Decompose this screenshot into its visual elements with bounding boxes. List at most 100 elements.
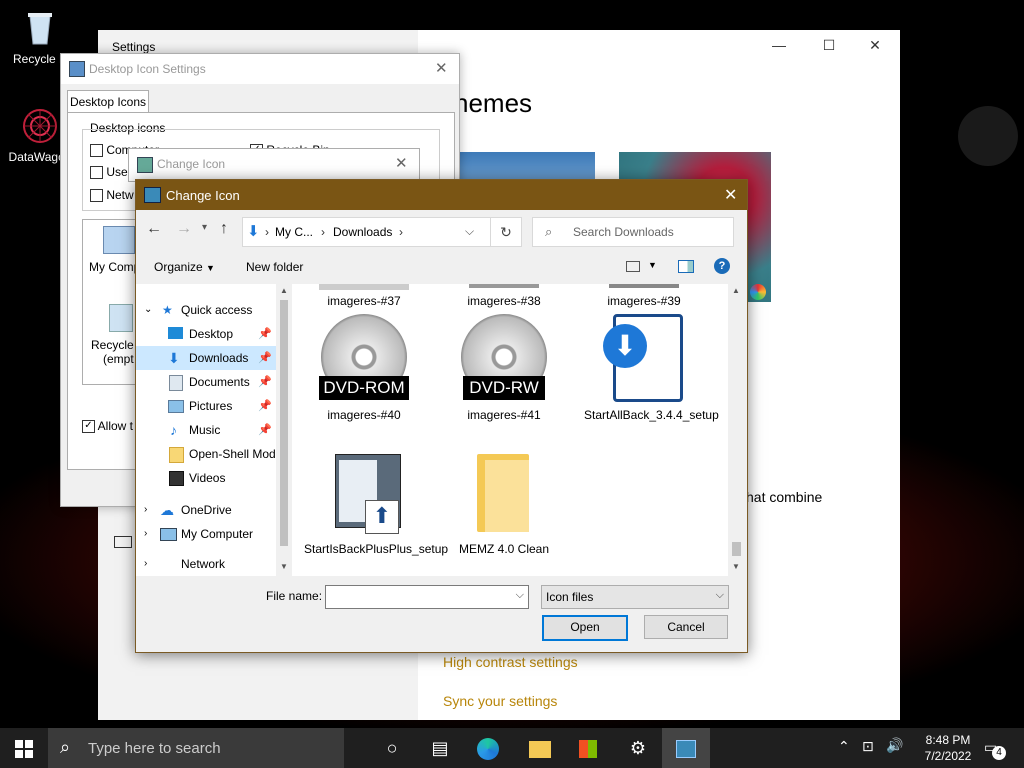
change-icon-dialog-back: Change Icon ✕ xyxy=(128,148,420,182)
chevron-down-icon: ⌵ xyxy=(715,589,724,601)
nav-item-videos[interactable]: Videos xyxy=(136,466,276,490)
installer-download-icon: ⬇ xyxy=(599,314,689,404)
nav-item-network[interactable]: › Network xyxy=(136,546,276,576)
pin-icon[interactable]: 📌 xyxy=(258,346,272,370)
chevron-up-icon[interactable]: ⌃ xyxy=(838,738,850,755)
file-item[interactable]: imageres-#37 xyxy=(304,284,424,308)
file-item[interactable]: DVD-ROM imageres-#40 xyxy=(304,314,424,422)
cancel-button[interactable]: Cancel xyxy=(644,615,728,639)
chevron-down-icon[interactable]: ⌵ xyxy=(516,589,524,602)
page-title: hemes xyxy=(454,88,533,118)
refresh-icon: ↻ xyxy=(500,224,512,240)
pin-icon[interactable]: 📌 xyxy=(258,418,272,442)
file-item[interactable]: MEMZ 4.0 Clean xyxy=(444,454,564,556)
close-button[interactable]: ✕ xyxy=(724,185,737,205)
file-type-select[interactable]: Icon files ⌵ xyxy=(541,585,729,609)
star-icon: ★ xyxy=(162,303,173,317)
file-item[interactable]: imageres-#39 xyxy=(584,284,704,308)
file-name-input[interactable]: ⌵ xyxy=(325,585,529,609)
file-item[interactable]: ⬇ StartAllBack_3.4.4_setup xyxy=(584,314,719,423)
breadcrumb-item[interactable]: Downloads xyxy=(333,225,392,239)
nav-item-pictures[interactable]: Pictures 📌 xyxy=(136,394,276,418)
pin-icon[interactable]: 📌 xyxy=(258,394,272,418)
close-button[interactable]: ✕ xyxy=(395,154,408,172)
pin-icon[interactable]: 📌 xyxy=(258,370,272,394)
music-icon: ♪ xyxy=(170,422,177,438)
cloud-icon: ☁ xyxy=(160,502,174,518)
search-input[interactable]: Search Downloads xyxy=(573,225,674,239)
preview-pane-icon[interactable] xyxy=(678,260,694,273)
scroll-thumb[interactable] xyxy=(280,300,288,546)
search-input[interactable]: Type here to search xyxy=(88,740,221,757)
address-bar[interactable]: ⬇ › My C... › Downloads › ⌵ xyxy=(242,217,520,247)
file-item[interactable]: ⬆ StartIsBackPlusPlus_setup xyxy=(304,454,448,557)
recycle-bin-icon xyxy=(20,8,60,48)
high-contrast-link[interactable]: High contrast settings xyxy=(443,654,578,670)
change-icon-app-icon xyxy=(137,157,153,173)
sync-settings-link[interactable]: Sync your settings xyxy=(443,693,557,709)
clock[interactable]: 8:48 PM 7/2/2022 xyxy=(918,732,978,764)
settings-gear-icon[interactable]: ⚙ xyxy=(614,728,662,768)
organize-button[interactable]: Organize ▼ xyxy=(154,260,215,274)
recycle-bin-icon xyxy=(109,304,133,332)
file-item[interactable]: DVD-RW imageres-#41 xyxy=(444,314,564,422)
file-explorer-icon[interactable] xyxy=(516,728,564,768)
monitor-icon xyxy=(114,536,132,548)
setup-upload-icon: ⬆ xyxy=(319,454,409,536)
forward-arrow-icon[interactable]: → xyxy=(176,220,192,238)
store-icon[interactable] xyxy=(564,728,612,768)
image-icon xyxy=(609,284,679,288)
toolbar: Organize ▼ New folder ▼ ? xyxy=(136,252,747,284)
network-icon[interactable]: ⊡ xyxy=(862,738,874,755)
task-view-circle-icon[interactable]: ○ xyxy=(368,728,416,768)
checkbox-network[interactable]: Netw xyxy=(90,188,134,203)
file-list-scrollbar[interactable]: ▲ ▼ xyxy=(728,284,745,576)
nav-item-music[interactable]: ♪ Music 📌 xyxy=(136,418,276,442)
recent-locations-chevron-icon[interactable]: ▾ xyxy=(202,222,207,233)
minimize-button[interactable]: — xyxy=(756,30,802,60)
new-folder-button[interactable]: New folder xyxy=(246,260,303,274)
checkbox-allow-themes[interactable]: ✓ Allow t xyxy=(82,419,133,434)
chevron-down-icon[interactable]: ▼ xyxy=(648,260,657,270)
nav-item-open-shell[interactable]: Open-Shell Mod xyxy=(136,442,276,466)
nav-item-downloads[interactable]: ⬇ Downloads 📌 xyxy=(136,346,276,370)
pin-icon[interactable]: 📌 xyxy=(258,322,272,346)
tab-desktop-icons[interactable]: Desktop Icons xyxy=(67,90,149,113)
close-button[interactable]: ✕ xyxy=(435,59,448,77)
checkbox-user[interactable]: User xyxy=(90,165,132,180)
nav-item-quick-access[interactable]: ⌄ ★ Quick access xyxy=(136,298,276,322)
file-item[interactable]: imageres-#38 xyxy=(444,284,564,308)
nav-item-desktop[interactable]: Desktop 📌 xyxy=(136,322,276,346)
taskbar-search[interactable]: ⌕ Type here to search xyxy=(48,728,344,768)
gear-icon xyxy=(958,106,1018,166)
scroll-thumb[interactable] xyxy=(732,542,741,556)
maximize-button[interactable]: ☐ xyxy=(806,30,852,60)
open-button[interactable]: Open xyxy=(542,615,628,641)
help-icon[interactable]: ? xyxy=(714,258,730,274)
up-arrow-icon[interactable]: ↑ xyxy=(220,220,228,238)
nav-item-documents[interactable]: Documents 📌 xyxy=(136,370,276,394)
back-arrow-icon[interactable]: ← xyxy=(146,220,162,238)
search-box[interactable]: ⌕ Search Downloads xyxy=(532,217,734,247)
task-view-icon[interactable]: ▤ xyxy=(416,728,464,768)
view-options-icon[interactable] xyxy=(626,261,640,272)
breadcrumb-item[interactable]: My C... xyxy=(275,225,313,239)
nav-item-my-computer[interactable]: › My Computer xyxy=(136,522,276,546)
windows-start-icon[interactable] xyxy=(0,728,48,768)
nav-item-onedrive[interactable]: › ☁ OneDrive xyxy=(136,498,276,522)
themes-description: hat combine xyxy=(746,489,823,505)
folder-icon xyxy=(169,447,184,463)
dvd-rom-icon: DVD-ROM xyxy=(319,314,409,404)
nav-scrollbar[interactable]: ▲ ▼ xyxy=(276,284,292,576)
notification-badge: 4 xyxy=(992,746,1006,760)
change-icon-taskbar-icon[interactable] xyxy=(662,728,710,768)
folder-icon xyxy=(459,454,549,536)
dialog-title: Change Icon xyxy=(157,157,226,171)
dialog-title: Desktop Icon Settings xyxy=(89,62,206,76)
volume-icon[interactable]: 🔊 xyxy=(886,737,903,754)
edge-icon[interactable] xyxy=(464,728,512,768)
taskbar: ⌕ Type here to search ○ ▤ ⚙ ⌃ ⊡ 🔊 8:48 P… xyxy=(0,728,1024,768)
close-button[interactable]: ✕ xyxy=(852,30,898,60)
refresh-button[interactable]: ↻ xyxy=(490,217,522,247)
chevron-down-icon[interactable]: ⌵ xyxy=(465,224,474,239)
